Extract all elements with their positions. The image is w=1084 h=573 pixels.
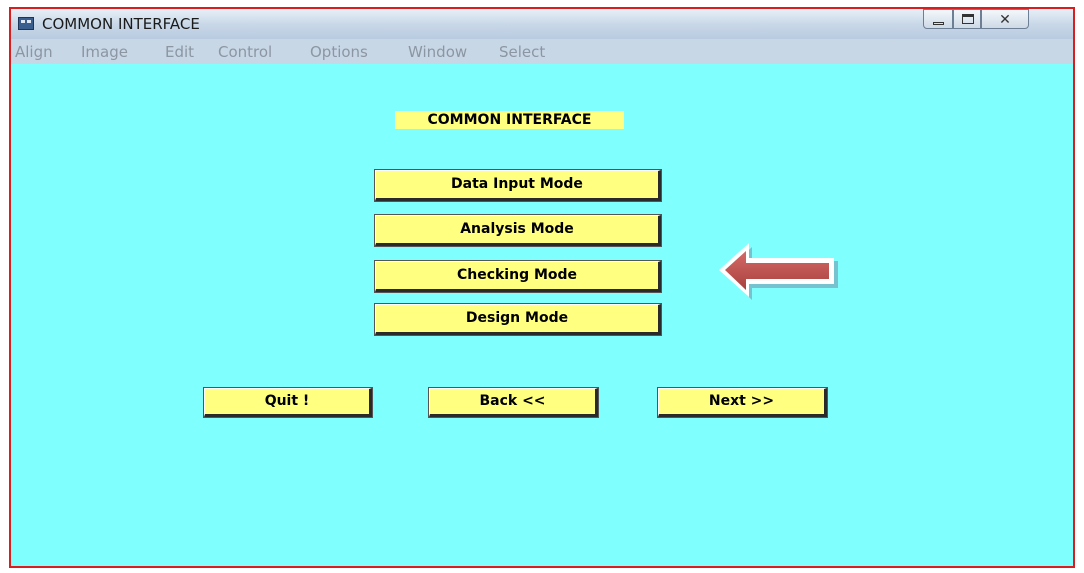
menu-edit[interactable]: Edit bbox=[165, 43, 194, 61]
menu-select[interactable]: Select bbox=[499, 43, 545, 61]
menu-bar: Align Image Edit Control Options Window … bbox=[11, 39, 1073, 64]
maximize-icon bbox=[962, 14, 974, 24]
close-icon: ✕ bbox=[999, 11, 1011, 27]
next-button[interactable]: Next >> bbox=[657, 387, 828, 418]
menu-control[interactable]: Control bbox=[218, 43, 272, 61]
left-arrow-icon bbox=[719, 243, 838, 300]
app-icon[interactable] bbox=[18, 17, 34, 30]
menu-align[interactable]: Align bbox=[15, 43, 53, 61]
checking-mode-button[interactable]: Checking Mode bbox=[374, 260, 662, 293]
design-mode-button[interactable]: Design Mode bbox=[374, 303, 662, 336]
minimize-icon bbox=[933, 22, 944, 25]
analysis-mode-button[interactable]: Analysis Mode bbox=[374, 214, 662, 247]
close-button[interactable]: ✕ bbox=[981, 9, 1029, 29]
title-bar[interactable]: COMMON INTERFACE ✕ bbox=[11, 9, 1073, 39]
client-area: COMMON INTERFACE Data Input Mode Analysi… bbox=[11, 64, 1073, 566]
menu-options[interactable]: Options bbox=[310, 43, 368, 61]
app-window: COMMON INTERFACE ✕ Align Image Edit Cont… bbox=[9, 7, 1075, 568]
panel-title: COMMON INTERFACE bbox=[395, 111, 624, 129]
minimize-button[interactable] bbox=[923, 9, 953, 29]
maximize-button[interactable] bbox=[953, 9, 981, 29]
back-button[interactable]: Back << bbox=[428, 387, 599, 418]
data-input-mode-button[interactable]: Data Input Mode bbox=[374, 169, 662, 202]
window-title: COMMON INTERFACE bbox=[42, 15, 200, 33]
menu-window[interactable]: Window bbox=[408, 43, 467, 61]
quit-button[interactable]: Quit ! bbox=[203, 387, 373, 418]
menu-image[interactable]: Image bbox=[81, 43, 128, 61]
